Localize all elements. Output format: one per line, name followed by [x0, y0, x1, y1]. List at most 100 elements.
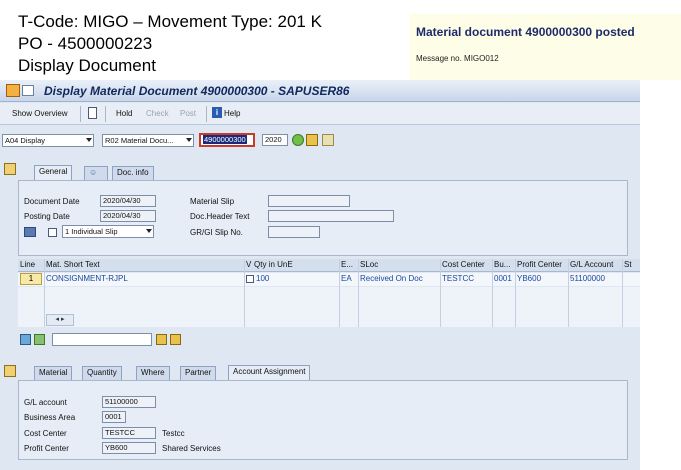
- cell-cost-center[interactable]: TESTCC: [442, 274, 474, 283]
- action-select[interactable]: A04 Display: [2, 134, 94, 147]
- reference-select[interactable]: R02 Material Docu...: [102, 134, 194, 147]
- slip-select[interactable]: 1 Individual Slip: [62, 225, 154, 238]
- col-header-bu[interactable]: Bu...: [494, 260, 510, 269]
- execute-icon[interactable]: [292, 134, 304, 146]
- collapse-detail-icon[interactable]: [4, 365, 16, 377]
- help-button[interactable]: Help: [224, 109, 240, 118]
- cell-unit[interactable]: EA: [341, 274, 352, 283]
- settings-icon[interactable]: [322, 134, 334, 146]
- gl-account-label: G/L account: [24, 398, 67, 407]
- grid-divider: [492, 259, 493, 327]
- menu-icon[interactable]: [6, 84, 20, 97]
- col-header-cost-center[interactable]: Cost Center: [442, 260, 485, 269]
- doc-header-text-field[interactable]: [268, 210, 394, 222]
- col-header-st[interactable]: St: [624, 260, 632, 269]
- item-grid-empty-area: [18, 287, 640, 327]
- document-date-label: Document Date: [24, 197, 80, 206]
- grid-divider: [515, 259, 516, 327]
- find-icon[interactable]: [306, 134, 318, 146]
- grid-divider: [622, 259, 623, 327]
- chevron-down-icon: [86, 138, 92, 142]
- cell-gl-account[interactable]: 51100000: [570, 274, 605, 283]
- tab-where[interactable]: Where: [136, 366, 170, 380]
- tab-partner-detail[interactable]: Partner: [180, 366, 217, 380]
- select-all-icon[interactable]: [20, 334, 31, 345]
- line-search-input[interactable]: [52, 333, 152, 346]
- posting-date-label: Posting Date: [24, 212, 70, 221]
- tab-quantity[interactable]: Quantity: [82, 366, 122, 380]
- col-header-profit-center[interactable]: Profit Center: [517, 260, 562, 269]
- gl-account-field[interactable]: 51100000: [102, 396, 156, 408]
- action-select-value: A04 Display: [5, 136, 46, 145]
- reference-select-value: R02 Material Docu...: [105, 136, 174, 145]
- horizontal-scrollbar[interactable]: ◂ ▸: [46, 314, 74, 326]
- show-overview-button[interactable]: Show Overview: [12, 109, 68, 118]
- business-area-label: Business Area: [24, 413, 76, 422]
- find-next-icon[interactable]: [170, 334, 181, 345]
- post-button[interactable]: Post: [180, 109, 196, 118]
- material-slip-field[interactable]: [268, 195, 350, 207]
- document-number-field[interactable]: 4900000300: [199, 133, 255, 147]
- hold-button[interactable]: Hold: [116, 109, 132, 118]
- toolbar-separator: [206, 106, 207, 122]
- people-icon: ☺: [89, 168, 98, 177]
- posting-date-field[interactable]: 2020/04/30: [100, 210, 156, 222]
- grid-divider: [339, 259, 340, 327]
- tab-general[interactable]: General: [34, 165, 73, 180]
- profit-center-field[interactable]: YB600: [102, 442, 156, 454]
- tab-partner[interactable]: ☺: [84, 166, 108, 180]
- slip-select-value: 1 Individual Slip: [65, 227, 118, 236]
- material-slip-label: Material Slip: [190, 197, 235, 206]
- profit-center-label: Profit Center: [24, 444, 69, 453]
- print-icon[interactable]: [24, 227, 36, 237]
- print-checkbox[interactable]: [48, 228, 57, 237]
- col-header-qty[interactable]: Qty in UnE: [254, 260, 293, 269]
- business-area-field[interactable]: 0001: [102, 411, 126, 423]
- cell-qty[interactable]: 100: [256, 274, 269, 283]
- cell-mat-short-text[interactable]: CONSIGNMENT-RJPL: [46, 274, 128, 283]
- slide-title-line3: Display Document: [18, 56, 156, 75]
- grid-divider: [358, 259, 359, 327]
- window-title: Display Material Document 4900000300 - S…: [44, 84, 350, 98]
- status-message-box: [410, 14, 681, 80]
- slide-title-line1: T-Code: MIGO – Movement Type: 201 K: [18, 12, 322, 31]
- window-icon[interactable]: [22, 85, 34, 96]
- col-header-mat-short-text[interactable]: Mat. Short Text: [46, 260, 100, 269]
- col-header-unit[interactable]: E...: [341, 260, 353, 269]
- cost-center-description: Testcc: [162, 429, 185, 438]
- row-line-number[interactable]: 1: [20, 273, 42, 285]
- grgi-slip-label: GR/GI Slip No.: [190, 228, 243, 237]
- status-message-number: Message no. MIGO012: [416, 54, 499, 63]
- tab-account-assignment[interactable]: Account Assignment: [228, 365, 311, 380]
- slide-title-line2: PO - 4500000223: [18, 34, 153, 53]
- tab-doc-info[interactable]: Doc. info: [112, 166, 154, 180]
- grid-divider: [568, 259, 569, 327]
- cell-sloc[interactable]: Received On Doc: [360, 274, 423, 283]
- profit-center-description: Shared Services: [162, 444, 221, 453]
- doc-header-text-label: Doc.Header Text: [190, 212, 250, 221]
- chevron-down-icon: [146, 229, 152, 233]
- document-number-value: 4900000300: [203, 135, 247, 144]
- check-button[interactable]: Check: [146, 109, 169, 118]
- tab-material[interactable]: Material: [34, 366, 73, 380]
- cell-v-checkbox[interactable]: [246, 275, 254, 283]
- grid-divider: [244, 259, 245, 327]
- col-header-line[interactable]: Line: [20, 260, 35, 269]
- col-header-gl-account[interactable]: G/L Account: [570, 260, 613, 269]
- collapse-header-icon[interactable]: [4, 163, 16, 175]
- col-header-v[interactable]: V: [246, 260, 251, 269]
- find-icon[interactable]: [156, 334, 167, 345]
- document-date-field[interactable]: 2020/04/30: [100, 195, 156, 207]
- new-document-icon[interactable]: [88, 107, 97, 119]
- deselect-all-icon[interactable]: [34, 334, 45, 345]
- cost-center-field[interactable]: TESTCC: [102, 427, 156, 439]
- chevron-down-icon: [186, 138, 192, 142]
- col-header-sloc[interactable]: SLoc: [360, 260, 378, 269]
- toolbar-separator: [105, 106, 106, 122]
- cell-profit-center[interactable]: YB600: [517, 274, 541, 283]
- grid-divider: [440, 259, 441, 327]
- year-field[interactable]: 2020: [262, 134, 288, 146]
- cell-bu[interactable]: 0001: [494, 274, 512, 283]
- help-icon[interactable]: i: [212, 107, 222, 118]
- grgi-slip-field[interactable]: [268, 226, 320, 238]
